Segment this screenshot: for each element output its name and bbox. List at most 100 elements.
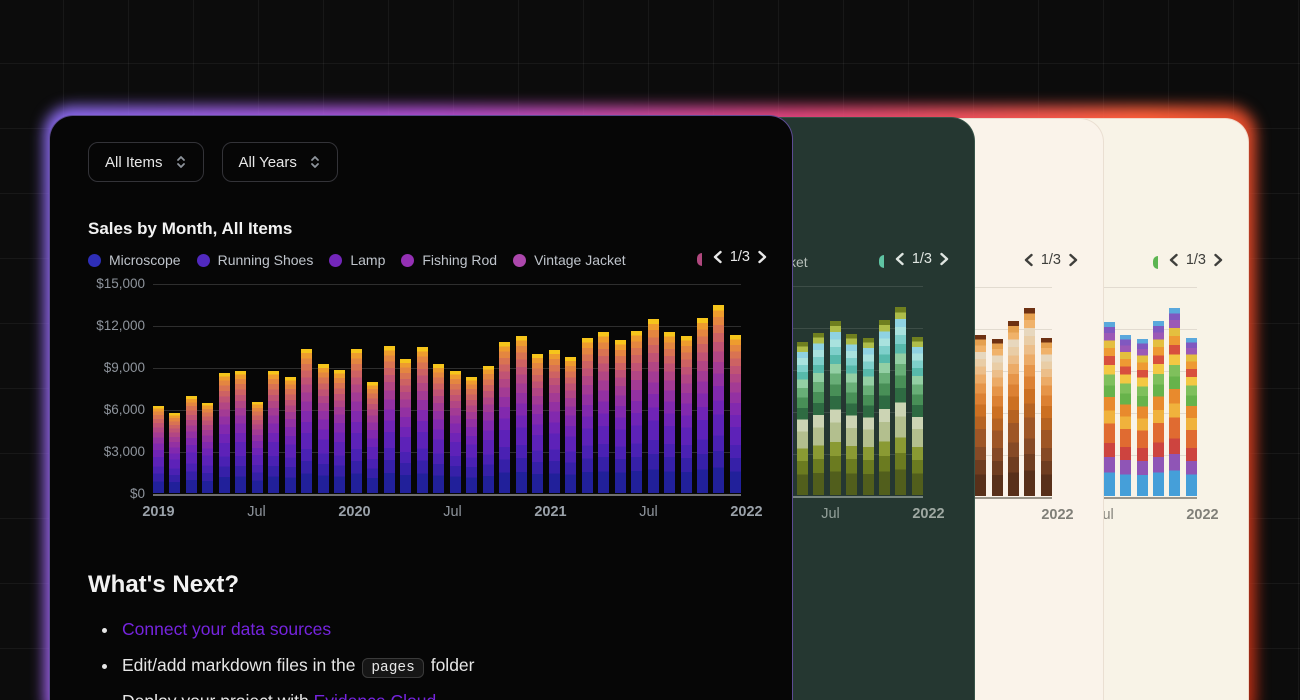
bar-2021-09[interactable] xyxy=(1136,339,1148,496)
bar-2021-08[interactable] xyxy=(975,335,987,496)
bar-2021-11[interactable] xyxy=(895,307,907,495)
bar-2021-05[interactable] xyxy=(796,342,808,495)
legend-pagination: 1/3 xyxy=(1023,252,1079,268)
legend-item-running-shoes[interactable]: Running Shoes xyxy=(196,252,313,268)
bar-2020-07[interactable] xyxy=(449,371,461,493)
items-filter-dropdown[interactable]: All Items xyxy=(88,142,204,182)
bullet-text: Connect your data sources xyxy=(122,619,331,640)
updown-chevron-icon xyxy=(310,156,319,168)
bar-2021-12[interactable] xyxy=(1040,337,1052,496)
bar-2020-08[interactable] xyxy=(466,376,478,493)
next-page-icon[interactable] xyxy=(1213,253,1224,267)
bar-2021-11[interactable] xyxy=(1024,308,1036,496)
bar-2021-10[interactable] xyxy=(1152,321,1164,496)
next-page-icon[interactable] xyxy=(1068,253,1079,267)
bar-2021-12[interactable] xyxy=(911,336,923,495)
bar-2021-07[interactable] xyxy=(1103,322,1115,496)
next-page-icon[interactable] xyxy=(757,250,768,264)
bar-2021-11[interactable] xyxy=(1169,308,1181,496)
bar-2021-06[interactable] xyxy=(631,330,643,493)
years-filter-dropdown[interactable]: All Years xyxy=(221,142,338,182)
legend-dot xyxy=(513,253,527,267)
bullet-icon xyxy=(102,664,107,669)
bar-2019-04[interactable] xyxy=(202,403,214,493)
legend-item-fishing-rod[interactable]: Fishing Rod xyxy=(401,252,497,268)
y-tick-label: $15,000 xyxy=(96,276,145,291)
legend-page-indicator: 1/3 xyxy=(1185,252,1206,268)
prev-page-icon[interactable] xyxy=(712,250,723,264)
legend-pagination: 1/3 xyxy=(712,249,768,265)
bar-2021-01[interactable] xyxy=(548,350,560,493)
bar-2021-10[interactable] xyxy=(696,318,708,493)
bar-2021-08[interactable] xyxy=(664,332,676,493)
bar-2019-07[interactable] xyxy=(251,402,263,493)
bar-2019-02[interactable] xyxy=(169,413,181,493)
legend-item-lamp[interactable]: Lamp xyxy=(329,252,385,268)
x-axis-baseline xyxy=(153,494,741,496)
bar-2021-06[interactable] xyxy=(813,332,825,495)
bar-2021-02[interactable] xyxy=(565,357,577,493)
text-fragment: Edit/add markdown files in the xyxy=(122,655,361,675)
bar-2019-03[interactable] xyxy=(185,396,197,493)
legend-dot xyxy=(329,253,343,267)
prev-page-icon[interactable] xyxy=(894,252,905,266)
bar-2021-11[interactable] xyxy=(713,305,725,493)
bar-2019-09[interactable] xyxy=(284,376,296,493)
bar-2019-06[interactable] xyxy=(235,371,247,493)
prev-page-icon[interactable] xyxy=(1023,253,1034,267)
bar-2020-05[interactable] xyxy=(416,347,428,493)
text-fragment: folder xyxy=(425,655,475,675)
bar-2020-06[interactable] xyxy=(433,364,445,493)
y-tick-label: $6,000 xyxy=(103,402,145,417)
bar-2021-12[interactable] xyxy=(1185,337,1197,496)
bar-2019-12[interactable] xyxy=(334,369,346,493)
bar-2021-09[interactable] xyxy=(862,338,874,495)
bar-2019-01[interactable] xyxy=(153,406,164,493)
legend-pagination: 1/3 xyxy=(1168,252,1224,268)
code-chip: pages xyxy=(362,658,424,678)
bar-2020-09[interactable] xyxy=(482,365,494,493)
whats-next-item: Edit/add markdown files in the pages fol… xyxy=(88,655,762,678)
bar-2019-11[interactable] xyxy=(317,364,329,493)
bar-2021-07[interactable] xyxy=(647,319,659,493)
link[interactable]: Evidence Cloud xyxy=(314,691,437,700)
bar-2019-05[interactable] xyxy=(218,372,230,493)
bar-2020-03[interactable] xyxy=(383,346,395,493)
bar-2020-02[interactable] xyxy=(367,382,379,493)
sales-by-month-chart: $15,000 $12,000 $9,000 $6,000 $3,000 $0 2019 J… xyxy=(50,276,792,544)
bullet-text: Edit/add markdown files in the pages fol… xyxy=(122,655,475,678)
legend-pagination: 1/3 xyxy=(894,251,950,267)
bullet-text: Deploy your project with Evidence Cloud xyxy=(122,691,436,700)
next-page-icon[interactable] xyxy=(939,252,950,266)
bar-2020-12[interactable] xyxy=(532,354,544,493)
prev-page-icon[interactable] xyxy=(1168,253,1179,267)
bar-2021-09[interactable] xyxy=(991,339,1003,496)
link[interactable]: Connect your data sources xyxy=(122,619,331,639)
bar-2021-10[interactable] xyxy=(1007,321,1019,496)
bar-2021-04[interactable] xyxy=(598,332,610,493)
x-tick-label: Jul xyxy=(821,506,840,522)
bar-2021-10[interactable] xyxy=(878,320,890,495)
bar-2021-09[interactable] xyxy=(680,336,692,493)
bar-2020-10[interactable] xyxy=(499,341,511,493)
bar-2021-08[interactable] xyxy=(846,334,858,495)
legend-dot xyxy=(196,253,210,267)
bar-2021-05[interactable] xyxy=(614,340,626,493)
legend-item-microscope[interactable]: Microscope xyxy=(88,252,181,268)
bar-2020-11[interactable] xyxy=(515,336,527,493)
y-tick-label: $12,000 xyxy=(96,318,145,333)
bar-2021-03[interactable] xyxy=(581,337,593,493)
bar-2020-04[interactable] xyxy=(400,358,412,493)
bar-2020-01[interactable] xyxy=(350,348,362,493)
bar-2021-07[interactable] xyxy=(829,321,841,495)
bar-2021-12[interactable] xyxy=(729,334,741,493)
legend-overflow-dot xyxy=(1153,256,1158,269)
bar-2019-08[interactable] xyxy=(268,371,280,493)
legend-overflow-dot xyxy=(697,253,702,266)
y-tick-label: $3,000 xyxy=(103,444,145,459)
bar-2021-08[interactable] xyxy=(1120,335,1132,496)
bar-2019-10[interactable] xyxy=(301,348,313,493)
legend-item-vintage-jacket[interactable]: Vintage Jacket xyxy=(513,252,626,268)
y-tick-label: $0 xyxy=(129,486,145,501)
updown-chevron-icon xyxy=(176,156,185,168)
